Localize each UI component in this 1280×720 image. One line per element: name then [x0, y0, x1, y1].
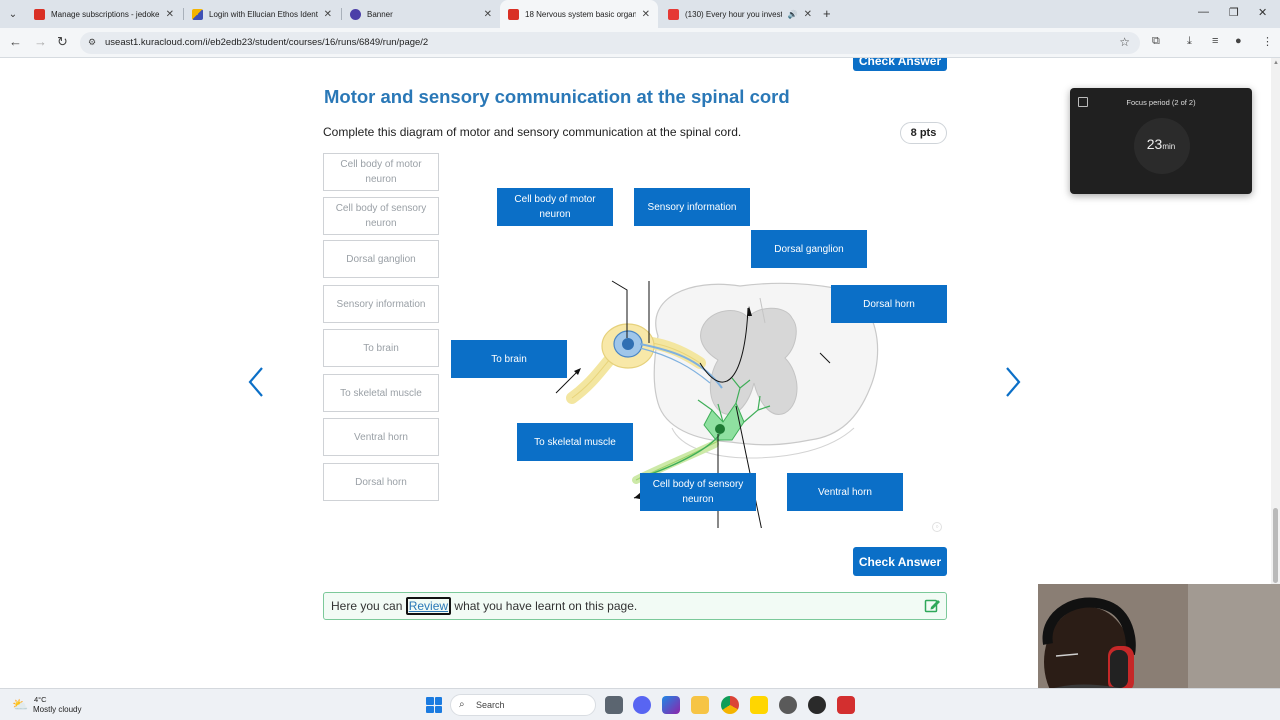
check-answer-button[interactable]: Check Answer: [853, 547, 947, 576]
restore-icon[interactable]: ❐: [1229, 6, 1239, 19]
weather-description[interactable]: Mostly cloudy: [33, 705, 81, 714]
close-window-icon[interactable]: ✕: [1258, 6, 1267, 19]
review-banner: Here you can Review what you have learnt…: [323, 592, 947, 620]
review-text: Here you can Review what you have learnt…: [331, 597, 638, 615]
diagram-label-cell-body-motor-neuron[interactable]: Cell body of motor neuron: [497, 188, 613, 226]
close-tab-icon[interactable]: ✕: [166, 9, 174, 20]
tab-title: (130) Every hour you invest: [685, 9, 782, 19]
scrollbar-thumb[interactable]: [1273, 508, 1278, 583]
discord-icon[interactable]: [633, 696, 651, 714]
profile-avatar-icon[interactable]: ●: [1235, 35, 1242, 47]
browser-toolbar: ← → ↻ ⚙ useast1.kuracloud.com/i/eb2edb23…: [0, 28, 1280, 58]
chrome-icon[interactable]: [721, 696, 739, 714]
close-tab-icon[interactable]: ✕: [324, 9, 332, 20]
weather-cloud-icon[interactable]: ⛅: [12, 697, 28, 713]
address-bar[interactable]: ⚙ useast1.kuracloud.com/i/eb2edb23/stude…: [80, 32, 1140, 54]
browser-tab-active[interactable]: 18 Nervous system basic organ ✕: [500, 0, 658, 28]
browser-tab[interactable]: (130) Every hour you invest 🔊 ✕: [660, 0, 820, 28]
focus-timer-readout: 23min: [1070, 136, 1252, 154]
youtube-icon: [668, 8, 679, 20]
review-link[interactable]: Review: [405, 597, 452, 615]
question-title: Motor and sensory communication at the s…: [324, 86, 790, 107]
tab-title: Banner: [367, 9, 393, 19]
search-icon: ⌕: [459, 699, 465, 710]
taskbar-search-label: Search: [476, 700, 505, 710]
next-page-chevron-icon[interactable]: [1003, 366, 1023, 398]
browser-tab-strip: ⌄ Manage subscriptions - jedoke ✕ Login …: [0, 0, 1280, 28]
extensions-icon[interactable]: ⧉: [1152, 35, 1160, 48]
tab-title: Login with Ellucian Ethos Identi: [209, 9, 318, 19]
word-bank-item[interactable]: Sensory information: [323, 285, 439, 323]
tab-title: 18 Nervous system basic organ: [525, 9, 636, 19]
word-bank-item[interactable]: To brain: [323, 329, 439, 367]
browser-tab[interactable]: Manage subscriptions - jedoke ✕: [26, 0, 182, 28]
obs-icon[interactable]: [808, 696, 826, 714]
diagram-label-to-brain[interactable]: To brain: [451, 340, 567, 378]
reload-icon[interactable]: ↻: [57, 34, 68, 50]
focus-minutes: 23: [1146, 136, 1163, 152]
site-info-icon[interactable]: ⚙: [88, 37, 96, 48]
url-text[interactable]: useast1.kuracloud.com/i/eb2edb23/student…: [105, 37, 428, 48]
copilot-icon[interactable]: [662, 696, 680, 714]
scroll-up-arrow-icon[interactable]: ▲: [1273, 60, 1279, 66]
close-tab-icon[interactable]: ✕: [804, 9, 812, 20]
close-tab-icon[interactable]: ✕: [484, 9, 492, 20]
word-bank-item[interactable]: Dorsal ganglion: [323, 240, 439, 278]
focus-unit: min: [1162, 142, 1176, 151]
points-badge: 8 pts: [900, 122, 947, 144]
forward-icon[interactable]: →: [34, 34, 47, 49]
windows-taskbar: ⛅ 4°C Mostly cloudy ⌕ Search: [0, 688, 1280, 720]
browser-tab[interactable]: Banner ✕: [342, 0, 500, 28]
diagram-label-to-skeletal-muscle[interactable]: To skeletal muscle: [517, 423, 633, 461]
tab-title: Manage subscriptions - jedoke: [51, 9, 160, 19]
previous-page-chevron-icon[interactable]: [246, 366, 266, 398]
word-bank-item[interactable]: Dorsal horn: [323, 463, 439, 501]
feedback-dot-icon[interactable]: ○: [932, 522, 942, 532]
speaker-icon[interactable]: 🔊: [788, 10, 798, 19]
kuracloud-icon: [508, 8, 519, 20]
diagram-label-sensory-information[interactable]: Sensory information: [634, 188, 750, 226]
focus-period-title: Focus period (2 of 2): [1126, 98, 1196, 107]
weather-temperature[interactable]: 4°C: [34, 695, 47, 704]
diagram-label-dorsal-ganglion[interactable]: Dorsal ganglion: [751, 230, 867, 268]
browser-tab[interactable]: Login with Ellucian Ethos Identi ✕: [184, 0, 340, 28]
diagram-label-dorsal-horn[interactable]: Dorsal horn: [831, 285, 947, 323]
review-text-before: Here you can: [331, 599, 406, 613]
word-bank-item[interactable]: Cell body of motor neuron: [323, 153, 439, 191]
file-explorer-icon[interactable]: [691, 696, 709, 714]
tab-search-chevron-icon[interactable]: ⌄: [4, 5, 22, 23]
windows-start-icon[interactable]: [426, 697, 442, 713]
back-icon[interactable]: ←: [9, 34, 22, 49]
edit-note-icon[interactable]: [924, 597, 941, 614]
banner-icon: [350, 8, 361, 20]
task-view-icon[interactable]: [605, 696, 623, 714]
check-answer-button-top[interactable]: Check Answer: [853, 58, 947, 71]
review-text-after: what you have learnt on this page.: [451, 599, 638, 613]
app-icon[interactable]: [779, 696, 797, 714]
word-bank-item[interactable]: Cell body of sensory neuron: [323, 197, 439, 235]
question-prompt: Complete this diagram of motor and senso…: [323, 125, 742, 139]
ellucian-icon: [192, 8, 203, 20]
new-tab-icon[interactable]: +: [823, 6, 831, 21]
focus-session-widget: Focus period (2 of 2) 23min: [1070, 88, 1252, 194]
taskbar-search[interactable]: ⌕ Search: [450, 694, 596, 716]
reading-list-icon[interactable]: ≡: [1212, 35, 1218, 47]
app-red-icon[interactable]: [837, 696, 855, 714]
minimize-icon[interactable]: —: [1198, 6, 1209, 18]
word-bank-item[interactable]: Ventral horn: [323, 418, 439, 456]
diagram-label-ventral-horn[interactable]: Ventral horn: [787, 473, 903, 511]
menu-kebab-icon[interactable]: ⋮: [1262, 35, 1273, 48]
gmail-icon: [34, 8, 45, 20]
sticky-notes-icon[interactable]: [750, 696, 768, 714]
bookmark-star-icon[interactable]: ☆: [1119, 35, 1130, 49]
close-tab-icon[interactable]: ✕: [642, 9, 650, 20]
diagram-label-cell-body-sensory-neuron[interactable]: Cell body of sensory neuron: [640, 473, 756, 511]
word-bank-item[interactable]: To skeletal muscle: [323, 374, 439, 412]
download-icon[interactable]: ⤓: [1187, 35, 1192, 48]
